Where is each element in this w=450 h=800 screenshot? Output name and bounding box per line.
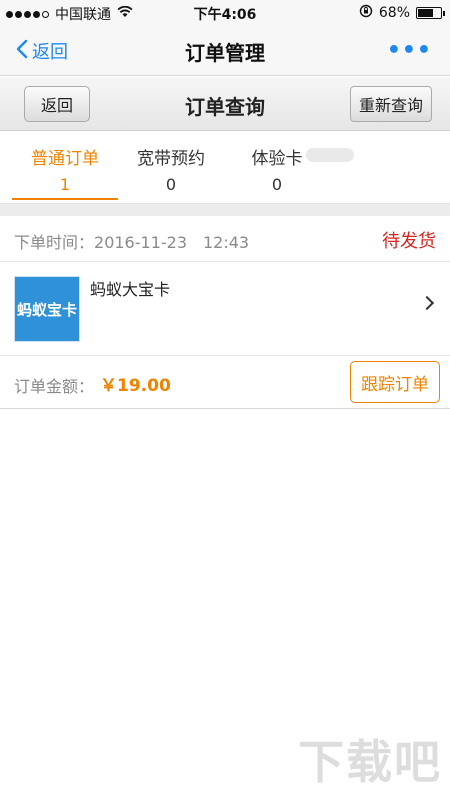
watermark: 下载吧 <box>298 735 442 789</box>
tab-count: 1 <box>59 175 71 194</box>
order-tabs: 普通订单 1 宽带预约 0 体验卡 0 <box>0 132 450 204</box>
status-badge: 待发货 <box>382 231 436 252</box>
battery-percent: 68% <box>378 5 410 21</box>
tab-count: 0 <box>165 175 177 194</box>
chevron-right-icon <box>419 295 435 311</box>
active-tab-indicator <box>12 198 118 200</box>
product-row[interactable]: 蚂蚁宝卡 蚂蚁大宝卡 <box>0 262 450 356</box>
track-order-button[interactable]: 跟踪订单 <box>350 361 440 403</box>
requery-button[interactable]: 重新查询 <box>350 86 432 122</box>
order-card: 下单时间：2016-11-23 12:43 待发货 蚂蚁宝卡 蚂蚁大宝卡 订单金… <box>0 216 450 409</box>
rotation-lock-icon <box>359 4 373 22</box>
tab-broadband-booking[interactable]: 宽带预约 0 <box>118 144 224 194</box>
product-thumbnail: 蚂蚁宝卡 <box>14 276 80 342</box>
order-time-value: 2016-11-23 12:43 <box>94 233 250 252</box>
blur-mark <box>306 148 354 162</box>
empty-area: 下载吧 <box>0 410 450 800</box>
product-name: 蚂蚁大宝卡 <box>90 280 171 299</box>
tab-regular-orders[interactable]: 普通订单 1 <box>12 144 118 194</box>
status-bar: 中国联通 下午4:06 68% <box>0 0 450 26</box>
more-menu-icon[interactable]: ••• <box>387 38 432 63</box>
amount-label: 订单金额： <box>14 377 95 396</box>
battery-icon <box>416 7 445 19</box>
order-header: 下单时间：2016-11-23 12:43 待发货 <box>0 216 450 262</box>
order-time-label: 下单时间： <box>14 233 95 252</box>
order-time: 下单时间：2016-11-23 12:43 <box>14 229 249 253</box>
section-divider <box>0 204 450 216</box>
nav-bar: 返回 订单管理 ••• <box>0 26 450 76</box>
order-footer: 订单金额： ￥19.00 跟踪订单 <box>0 356 450 409</box>
status-right: 68% <box>359 4 445 22</box>
tab-label: 体验卡 <box>251 149 303 169</box>
sub-header: 返回 订单查询 重新查询 <box>0 77 450 131</box>
amount-value: ￥19.00 <box>100 376 171 396</box>
page-title: 订单管理 <box>185 41 265 65</box>
tab-count: 0 <box>271 175 283 194</box>
tab-label: 普通订单 <box>31 149 99 169</box>
product-thumbnail-text: 蚂蚁宝卡 <box>16 300 77 319</box>
tab-label: 宽带预约 <box>137 149 205 169</box>
